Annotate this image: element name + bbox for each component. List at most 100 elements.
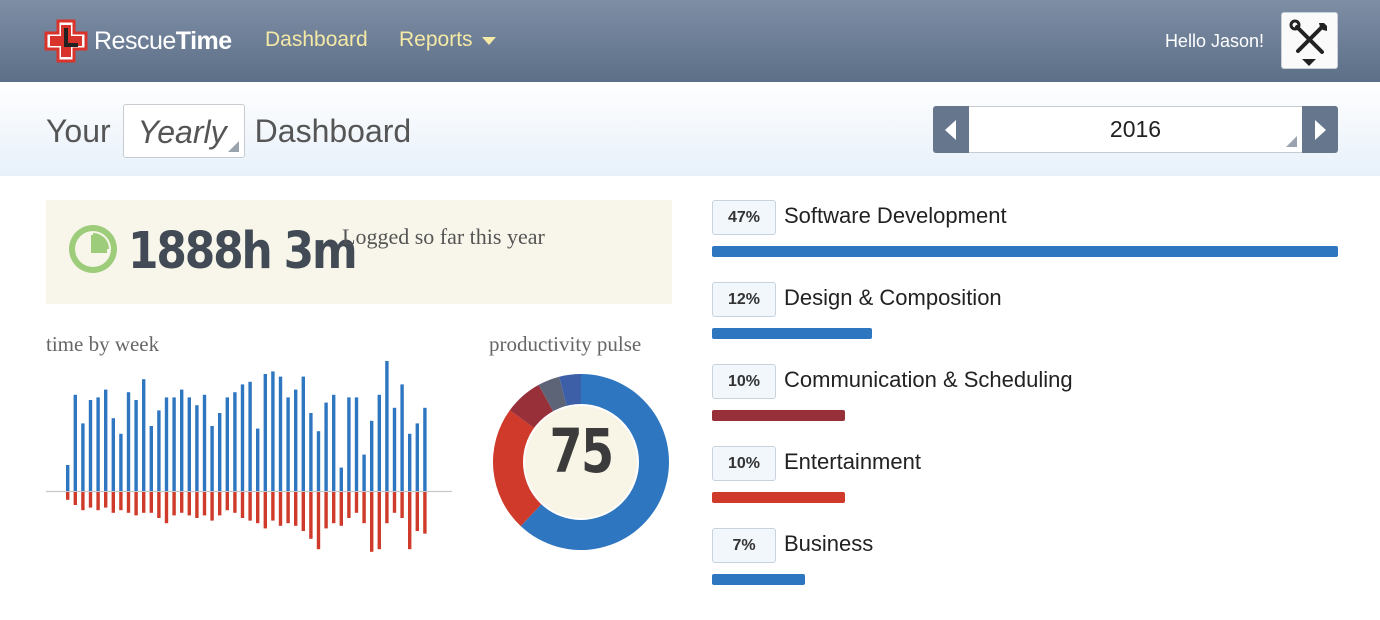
distracting-week-bar (248, 492, 252, 521)
productive-week-bar (180, 389, 184, 491)
distracting-week-bar (134, 492, 138, 516)
next-year-button[interactable] (1302, 106, 1338, 153)
distracting-week-bar (347, 492, 351, 518)
chevron-down-icon (481, 37, 496, 45)
category-row[interactable]: 7% Business (712, 528, 1338, 598)
tools-menu-button[interactable] (1281, 12, 1338, 69)
productive-week-bar (332, 394, 336, 491)
distracting-week-bar (218, 492, 222, 516)
productive-week-bar (195, 405, 199, 491)
chevron-right-icon (1315, 120, 1326, 140)
productive-week-bar (172, 397, 176, 491)
time-by-week-chart[interactable] (44, 352, 456, 556)
distracting-week-bar (81, 492, 85, 511)
year-select[interactable]: 2016 (969, 106, 1302, 153)
logged-time-value: 1888h 3m (128, 222, 358, 281)
productive-week-bar (187, 397, 191, 491)
productive-week-bar (271, 371, 275, 491)
rescuetime-logo-icon (44, 19, 88, 63)
productive-week-bar (119, 433, 123, 491)
productive-week-bar (370, 420, 374, 491)
productive-week-bar (294, 389, 298, 491)
distracting-week-bar (316, 492, 321, 550)
productive-week-bar (256, 428, 260, 491)
brand-name: RescueTime (94, 26, 232, 55)
distracting-week-bar (415, 492, 419, 531)
distracting-week-bar (104, 492, 108, 508)
productive-week-bar (96, 397, 100, 491)
productive-week-bar (309, 413, 313, 491)
period-select[interactable]: Yearly (122, 104, 245, 158)
distracting-week-bar (73, 492, 77, 505)
previous-year-button[interactable] (933, 106, 969, 153)
distracting-week-bar (354, 492, 359, 513)
productive-week-bar (104, 389, 108, 491)
distracting-week-bar (149, 492, 153, 513)
distracting-week-bar (126, 492, 131, 513)
category-bar (712, 328, 872, 339)
year-value: 2016 (1109, 116, 1162, 142)
distracting-week-bar (400, 492, 404, 518)
productive-week-bar (73, 394, 77, 491)
category-percent-badge: 10% (712, 446, 776, 481)
period-select-value: Yearly (137, 114, 227, 150)
distracting-week-bar (119, 492, 123, 511)
nav-dashboard-link[interactable]: Dashboard (265, 28, 368, 52)
productive-week-bar (218, 413, 222, 491)
productive-week-bar (354, 397, 359, 491)
clock-icon (69, 225, 117, 273)
distracting-week-bar (240, 492, 245, 518)
dropdown-corner-icon (1286, 136, 1297, 147)
distracting-week-bar (309, 492, 313, 539)
productive-week-bar (385, 361, 389, 491)
productive-week-bar (66, 465, 70, 491)
productive-week-bar (263, 374, 267, 491)
productive-week-bar (423, 407, 427, 491)
productive-week-bar (233, 392, 237, 491)
distracting-week-bar (324, 492, 328, 529)
category-percent-badge: 7% (712, 528, 776, 563)
category-row[interactable]: 10% Entertainment (712, 446, 1338, 516)
distracting-week-bar (362, 492, 366, 524)
logged-time-card: 1888h 3m Logged so far this year (46, 200, 672, 304)
category-name: Business (784, 531, 874, 556)
productive-week-bar (301, 376, 305, 491)
distracting-week-bar (370, 492, 374, 552)
distracting-week-bar (195, 492, 199, 518)
productive-week-bar (81, 423, 85, 491)
productive-week-bar (210, 426, 214, 491)
title-dashboard: Dashboard (254, 112, 412, 149)
productive-week-bar (248, 381, 252, 491)
distracting-week-bar (66, 492, 70, 500)
category-row[interactable]: 47% Software Development (712, 200, 1338, 270)
productive-week-bar (324, 402, 328, 491)
distracting-week-bar (172, 492, 176, 516)
distracting-week-bar (96, 492, 100, 511)
distracting-week-bar (210, 492, 214, 521)
user-greeting: Hello Jason! (1164, 31, 1264, 51)
distracting-week-bar (385, 492, 389, 524)
dashboard-title: Your Yearly Dashboard (46, 104, 411, 158)
nav-reports-menu[interactable]: Reports (399, 28, 496, 52)
brand-logo[interactable]: RescueTime (44, 18, 232, 64)
title-your: Your (46, 112, 111, 149)
productive-week-bar (164, 397, 169, 491)
productive-week-bar (88, 400, 93, 491)
category-name: Communication & Scheduling (784, 367, 1073, 392)
distracting-week-bar (142, 492, 146, 513)
tools-icon (1289, 19, 1327, 66)
productive-week-bar (149, 426, 153, 491)
category-row[interactable]: 10% Communication & Scheduling (712, 364, 1338, 434)
productive-week-bar (400, 384, 404, 491)
distracting-week-bar (263, 492, 267, 529)
distracting-week-bar (377, 492, 381, 550)
category-name: Design & Composition (784, 285, 1002, 310)
productive-week-bar (225, 397, 229, 491)
logged-time-label: Logged so far this year (342, 224, 545, 249)
category-name: Software Development (784, 203, 1007, 228)
category-name: Entertainment (784, 449, 921, 474)
productive-week-bar (134, 400, 138, 491)
category-row[interactable]: 12% Design & Composition (712, 282, 1338, 352)
productive-week-bar (286, 397, 290, 491)
distracting-week-bar (339, 492, 343, 526)
